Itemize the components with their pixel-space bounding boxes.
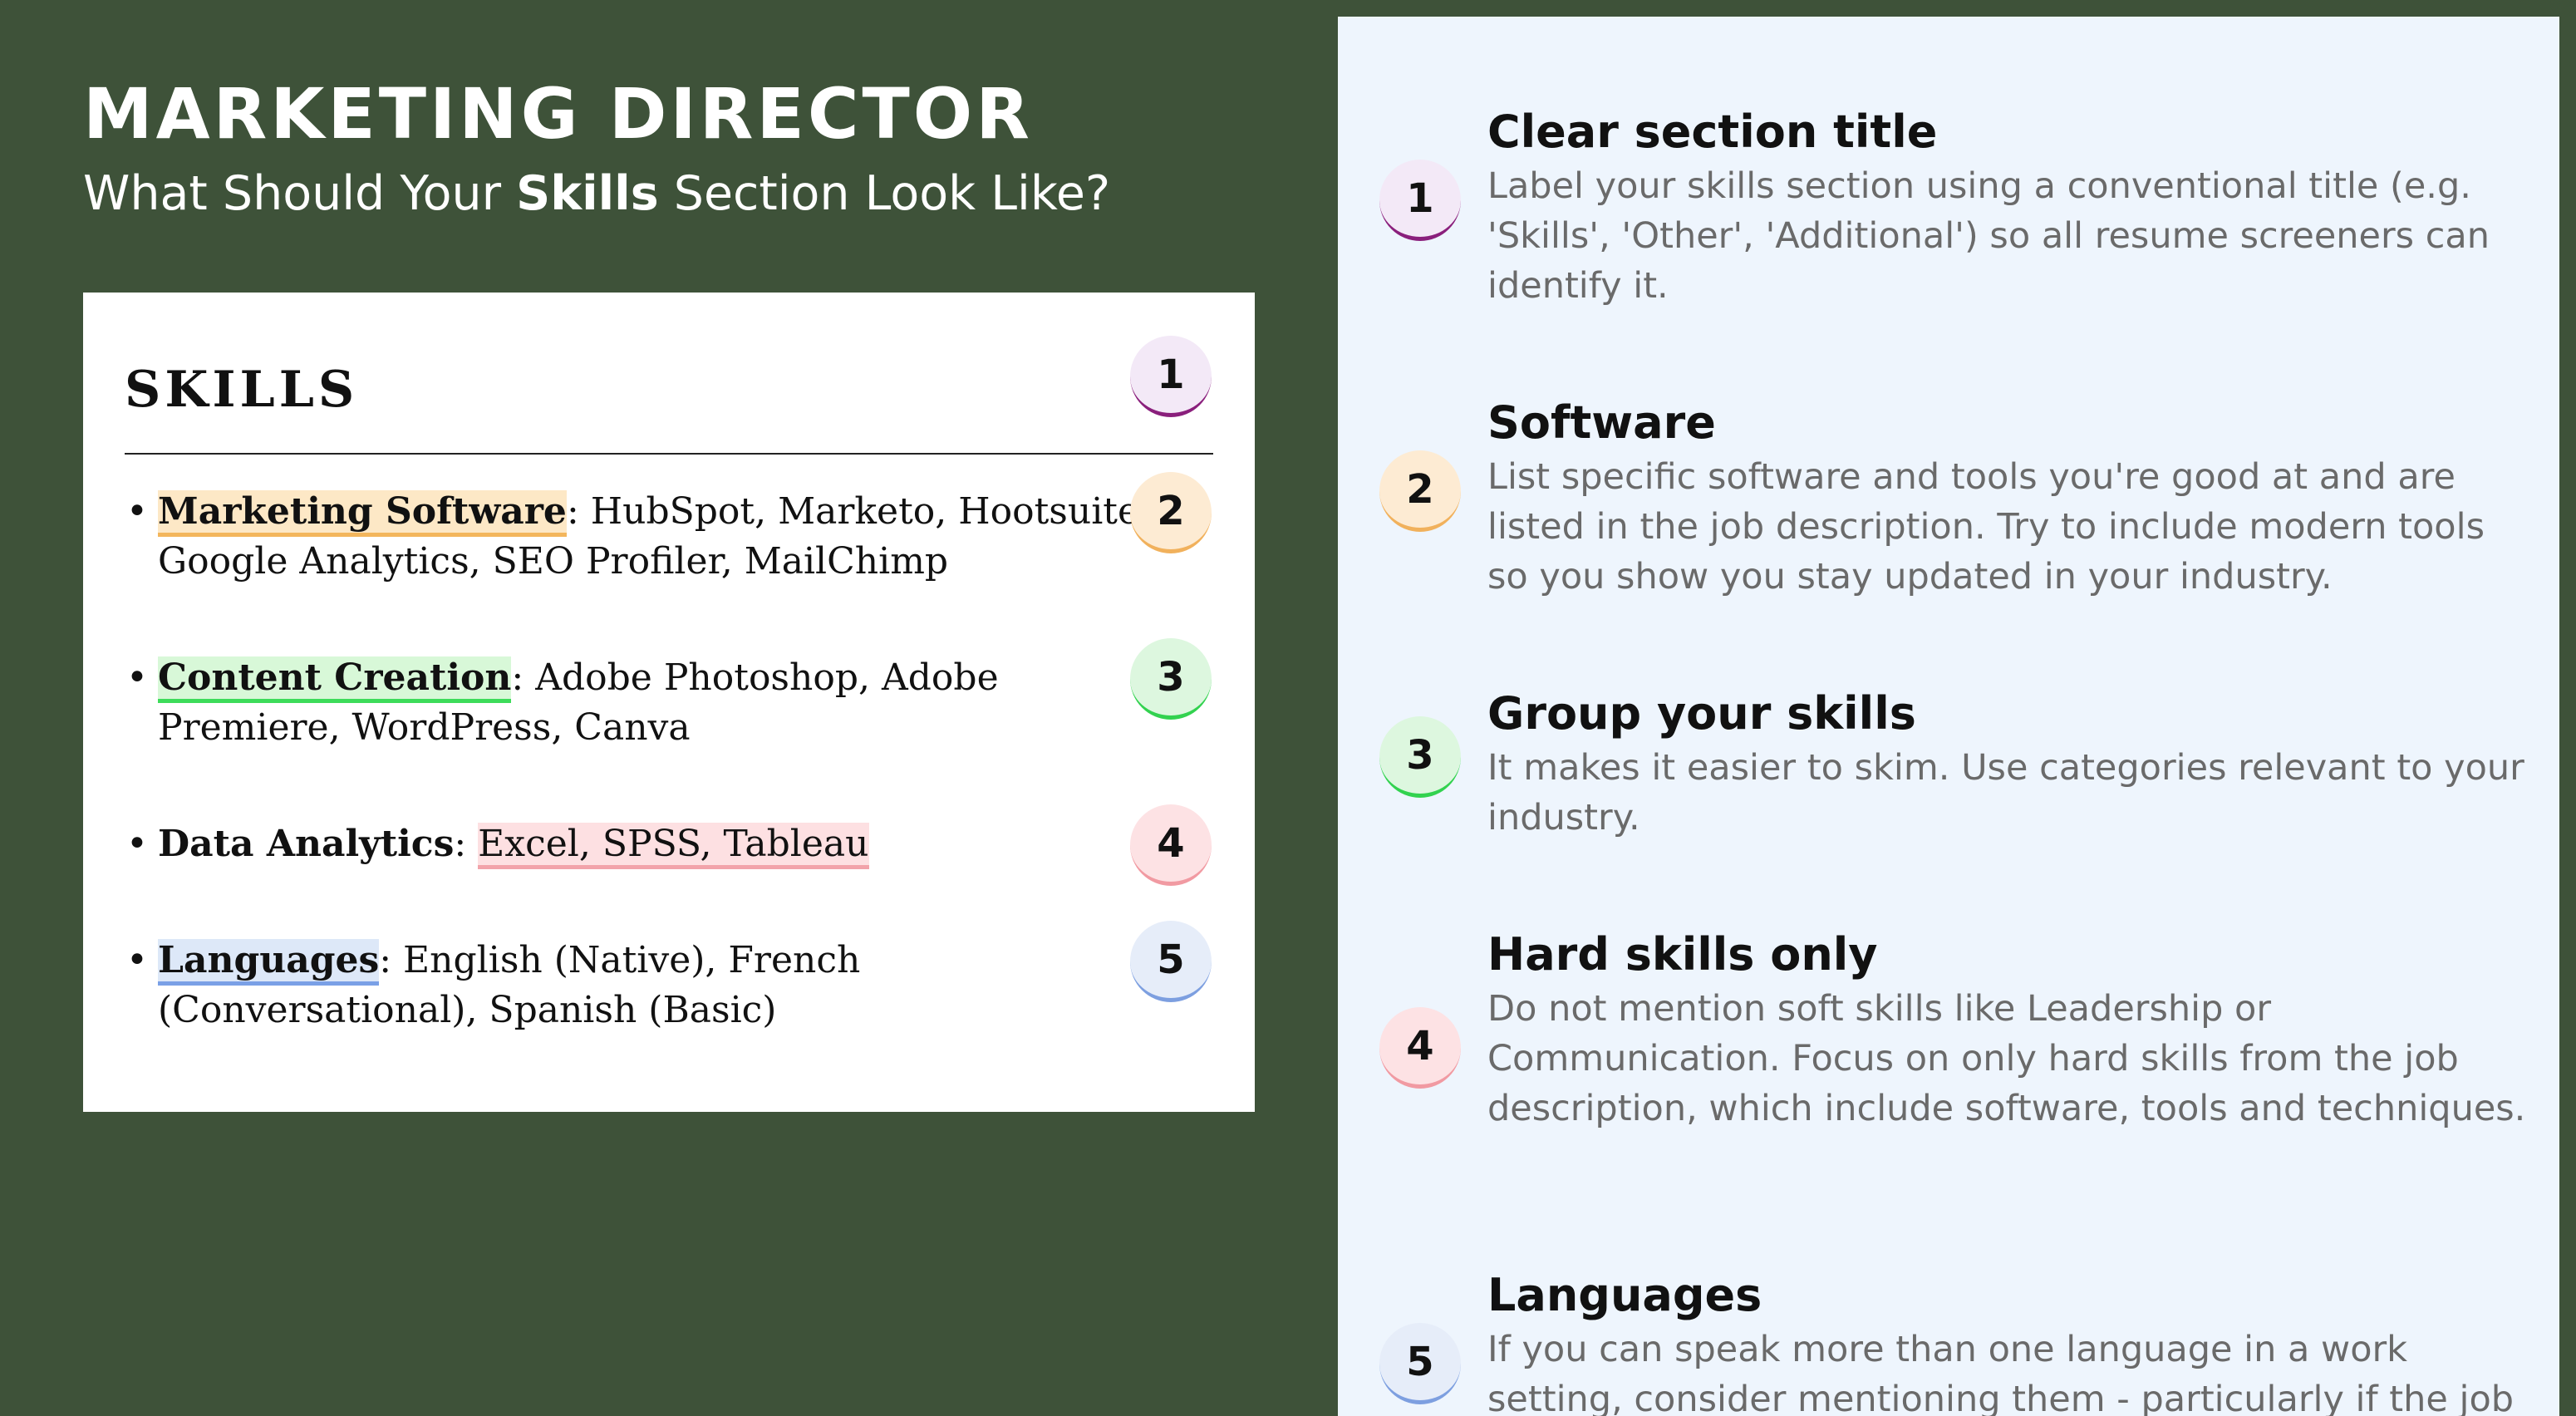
skill-item-marketing-software: • Marketing Software: HubSpot, Marketo, …: [126, 487, 1157, 587]
bullet-icon: •: [126, 823, 148, 865]
skill-item-content-creation: • Content Creation: Adobe Photoshop, Ado…: [126, 653, 1157, 753]
badge-3: 3: [1130, 638, 1212, 720]
skill-category: Marketing Software: [158, 490, 567, 537]
tip-badge-1: 1: [1379, 160, 1461, 241]
subtitle-before: What Should Your: [83, 166, 517, 221]
tips-panel: 1 Clear section title Label your skills …: [1338, 17, 2559, 1416]
page-title: MARKETING DIRECTOR: [83, 73, 1033, 155]
subtitle-after: Section Look Like?: [658, 166, 1111, 221]
bullet-icon: •: [126, 656, 148, 699]
badge-5: 5: [1130, 921, 1212, 1002]
skill-separator: :: [454, 823, 479, 865]
tip-description: It makes it easier to skim. Use categori…: [1487, 747, 2524, 838]
skill-separator: :: [511, 656, 536, 699]
tip-badge-3: 3: [1379, 716, 1461, 798]
tip-software: Software List specific software and tool…: [1487, 394, 2534, 602]
resume-skills-card: SKILLS • Marketing Software: HubSpot, Ma…: [83, 293, 1255, 1112]
tip-badge-5: 5: [1379, 1323, 1461, 1404]
tip-title: Software: [1487, 396, 1716, 449]
badge-4: 4: [1130, 804, 1212, 886]
tip-description: List specific software and tools you're …: [1487, 456, 2485, 597]
tip-title: Languages: [1487, 1269, 1762, 1321]
skills-heading: SKILLS: [125, 361, 359, 419]
skill-category: Data Analytics: [158, 823, 455, 865]
skill-separator: :: [566, 490, 591, 533]
tip-languages: Languages If you can speak more than one…: [1487, 1266, 2534, 1416]
tip-title: Group your skills: [1487, 687, 1916, 740]
tip-hard-skills-only: Hard skills only Do not mention soft ski…: [1487, 926, 2534, 1133]
tip-description: Do not mention soft skills like Leadersh…: [1487, 988, 2526, 1129]
bullet-icon: •: [126, 490, 148, 533]
tip-badge-4: 4: [1379, 1007, 1461, 1089]
skill-separator: :: [379, 939, 404, 981]
badge-2: 2: [1130, 472, 1212, 553]
subtitle-bold: Skills: [516, 166, 659, 221]
skill-category: Content Creation: [158, 656, 512, 703]
page-subtitle: What Should Your Skills Section Look Lik…: [83, 166, 1110, 221]
section-divider: [125, 453, 1213, 455]
badge-1: 1: [1130, 336, 1212, 417]
tip-description: Label your skills section using a conven…: [1487, 165, 2490, 307]
skill-item-data-analytics: • Data Analytics: Excel, SPSS, Tableau: [126, 819, 1157, 869]
skill-values: Excel, SPSS, Tableau: [478, 823, 869, 869]
tip-description: If you can speak more than one language …: [1487, 1329, 2515, 1416]
tip-title: Clear section title: [1487, 106, 1938, 158]
tip-title: Hard skills only: [1487, 928, 1878, 981]
skill-category: Languages: [158, 939, 380, 986]
bullet-icon: •: [126, 939, 148, 981]
tip-clear-section-title: Clear section title Label your skills se…: [1487, 103, 2534, 311]
skill-item-languages: • Languages: English (Native), French (C…: [126, 936, 1157, 1035]
tip-group-your-skills: Group your skills It makes it easier to …: [1487, 685, 2534, 843]
tip-badge-2: 2: [1379, 450, 1461, 532]
